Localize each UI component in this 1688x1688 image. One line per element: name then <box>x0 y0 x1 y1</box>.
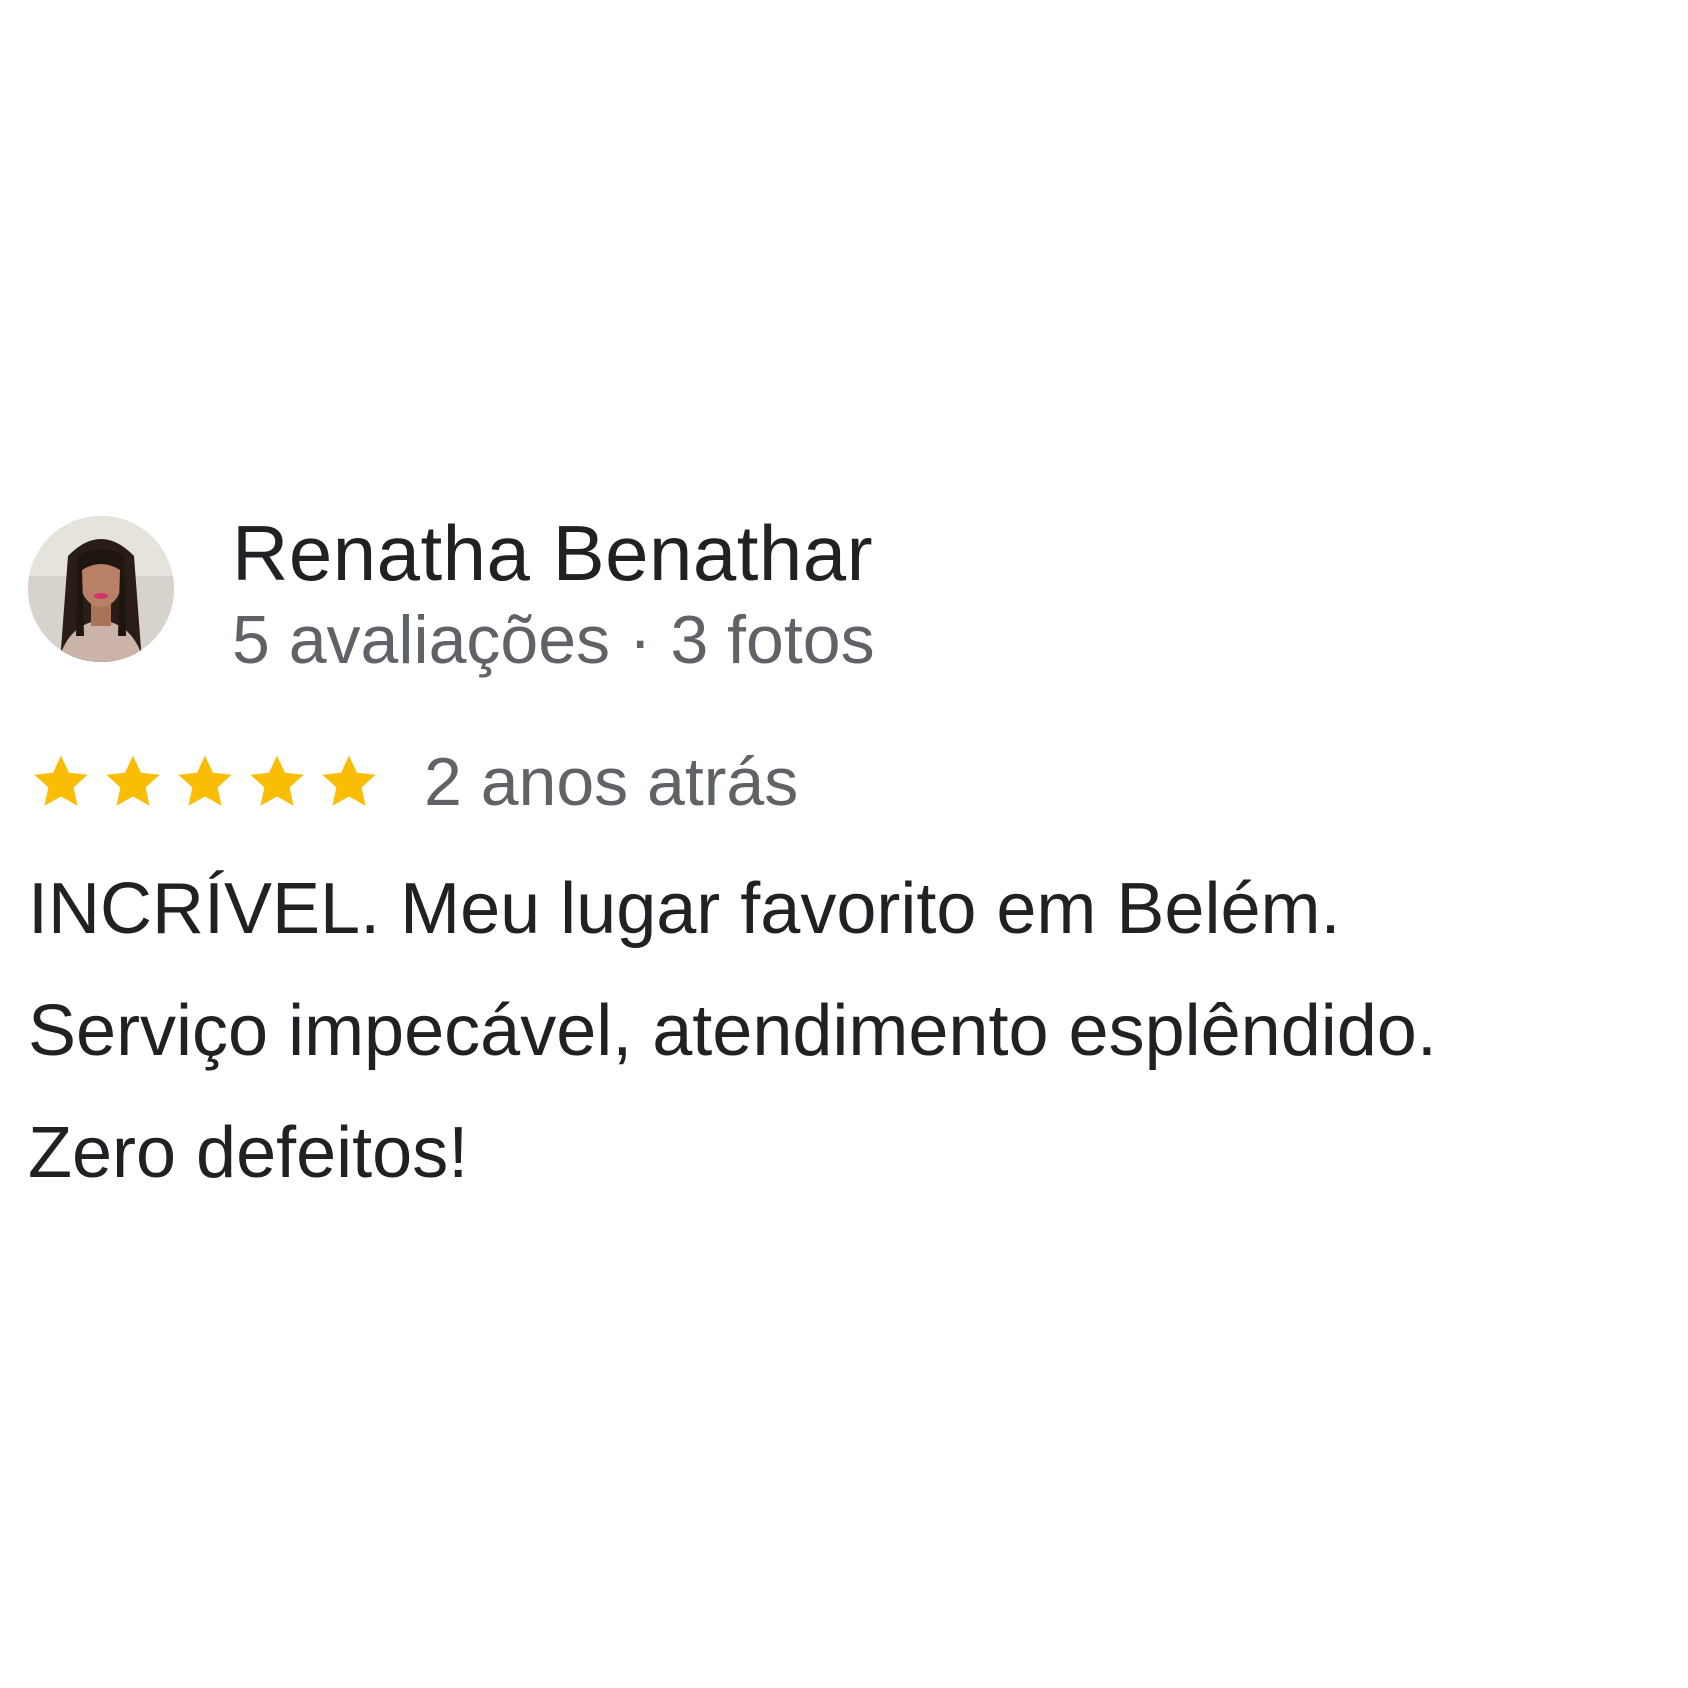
review-text-line: Serviço impecável, atendimento esplêndid… <box>28 991 1437 1071</box>
star-icon <box>34 755 88 806</box>
reviewer-name[interactable]: Renatha Benathar <box>232 508 873 598</box>
profile-photo <box>28 516 174 662</box>
star-icon <box>250 755 304 806</box>
star-icon <box>106 755 160 806</box>
star-rating <box>30 751 380 813</box>
reviewer-stats: 5 avaliações · 3 fotos <box>232 602 875 678</box>
star-icon <box>322 755 376 806</box>
review-card: Renatha Benathar 5 avaliações · 3 fotos … <box>0 0 1688 1688</box>
star-icon <box>178 755 232 806</box>
review-text-line: Zero defeitos! <box>28 1113 469 1193</box>
review-date: 2 anos atrás <box>424 744 799 820</box>
review-body: INCRÍVEL. Meu lugar favorito em Belém. S… <box>28 848 1668 1214</box>
rating-row: 2 anos atrás <box>30 742 798 822</box>
review-text-line: INCRÍVEL. Meu lugar favorito em Belém. <box>28 869 1341 949</box>
reviewer-avatar[interactable] <box>28 516 174 662</box>
